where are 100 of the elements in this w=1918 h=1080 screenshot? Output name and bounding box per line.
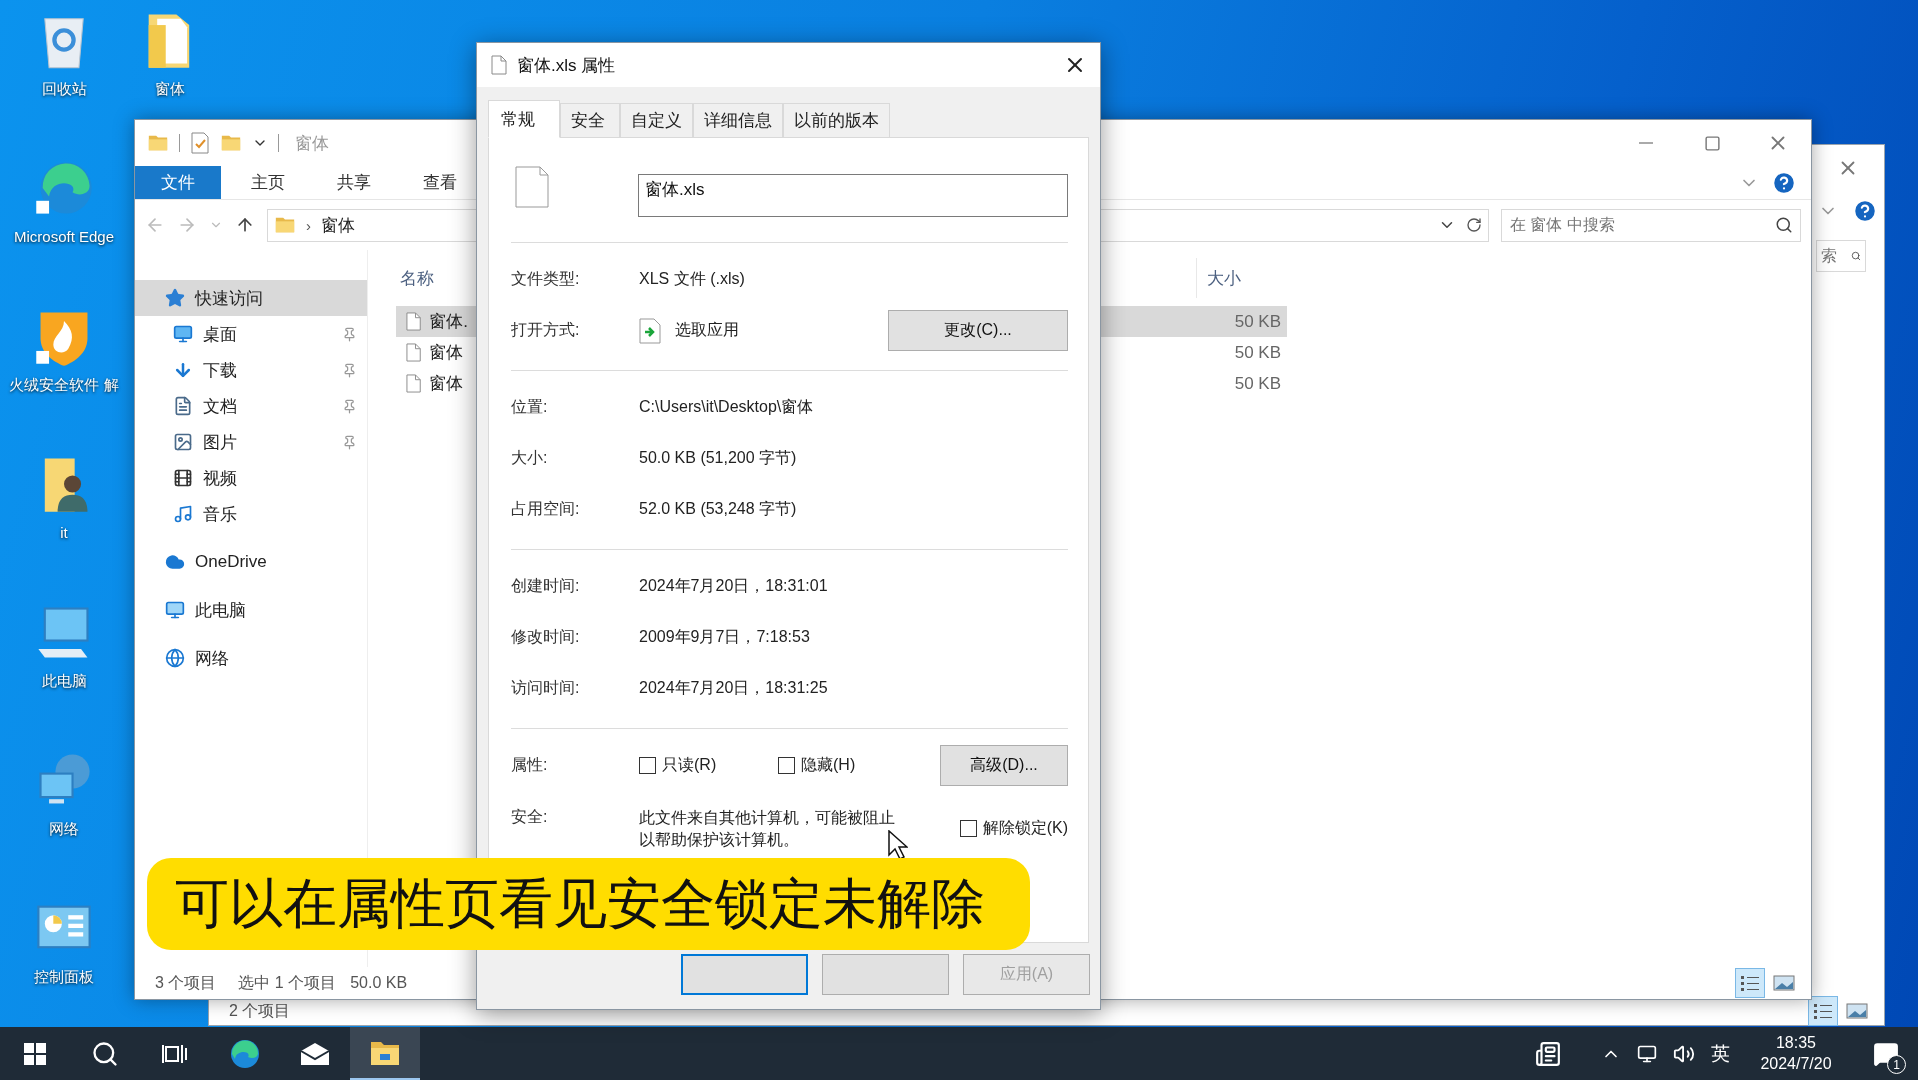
- details-view-button[interactable]: [1808, 996, 1838, 1026]
- cloud-icon: [165, 552, 185, 572]
- nav-item[interactable]: 此电脑: [135, 592, 367, 628]
- field-label: 创建时间:: [511, 576, 581, 596]
- file-explorer-taskbar-button[interactable]: [350, 1027, 420, 1080]
- properties-icon[interactable]: [190, 132, 210, 154]
- file-icon: [406, 312, 422, 331]
- minimize-icon: [1639, 142, 1653, 144]
- window-title: 窗体: [295, 132, 329, 155]
- help-icon[interactable]: [1852, 198, 1878, 224]
- document-icon: [173, 396, 193, 416]
- status-text: 50.0 KB: [350, 974, 408, 992]
- pin-icon: [342, 398, 357, 414]
- list-icon: [1813, 1002, 1833, 1020]
- envelope-icon: [300, 1041, 330, 1066]
- tab[interactable]: 自定义: [620, 103, 693, 137]
- tab[interactable]: 安全: [560, 103, 620, 137]
- pin-icon: [342, 362, 357, 378]
- field-label: 属性:: [511, 755, 549, 775]
- field-value: XLS 文件 (.xls): [639, 269, 745, 289]
- change-button[interactable]: 更改(C)...: [888, 310, 1068, 351]
- tab[interactable]: 详细信息: [693, 103, 783, 137]
- image-icon: [173, 432, 193, 452]
- nav-item[interactable]: 图片: [135, 424, 367, 460]
- nav-item[interactable]: 文档: [135, 388, 367, 424]
- list-icon: [1740, 974, 1760, 992]
- nav-item[interactable]: 快速访问: [135, 280, 367, 316]
- music-note-icon: [173, 504, 193, 524]
- file-icon: [406, 374, 422, 393]
- dialog-title: 窗体.xls 属性: [517, 54, 616, 77]
- breadcrumb-separator: ›: [306, 216, 311, 234]
- message-icon: [1873, 1040, 1899, 1067]
- mouse-pointer-icon: [888, 830, 908, 860]
- nav-item[interactable]: 桌面: [135, 316, 367, 352]
- field-label: 占用空间:: [511, 499, 581, 519]
- field-value: C:\Users\it\Desktop\窗体: [639, 397, 814, 417]
- advanced-button[interactable]: 高级(D)...: [940, 745, 1068, 786]
- field-value: 2024年7月20日，18:31:25: [639, 678, 828, 698]
- field-value: 选取应用: [675, 320, 739, 340]
- ok-button[interactable]: [681, 954, 808, 995]
- security-message: 此文件来自其他计算机，可能被阻止以帮助保护该计算机。: [639, 808, 896, 850]
- field-label: 访问时间:: [511, 678, 581, 698]
- status-text: 3 个项目: [155, 972, 217, 993]
- field-value: 2009年9月7日，7:18:53: [639, 627, 810, 647]
- desktop-icon-label[interactable]: 控制面板: [34, 968, 94, 987]
- nav-item[interactable]: 下载: [135, 352, 367, 388]
- field-label: 修改时间:: [511, 627, 581, 647]
- film-icon: [173, 468, 193, 488]
- news-icon[interactable]: [1535, 1040, 1561, 1067]
- ribbon-tab[interactable]: 查看: [403, 166, 477, 199]
- field-label: 文件类型:: [511, 269, 581, 289]
- details-view-button[interactable]: [1735, 968, 1765, 998]
- refresh-icon[interactable]: [1466, 217, 1482, 233]
- tab[interactable]: 以前的版本: [783, 103, 890, 137]
- clock[interactable]: 18:35 2024/7/20: [1746, 1032, 1846, 1075]
- input-method-indicator[interactable]: 英: [1711, 1040, 1730, 1067]
- ribbon-tab[interactable]: 主页: [231, 166, 305, 199]
- nav-item[interactable]: 音乐: [135, 496, 367, 532]
- field-value: 52.0 KB (53,248 字节): [639, 499, 797, 519]
- app-file-icon: [639, 317, 661, 344]
- notification-button[interactable]: 1: [1862, 1027, 1910, 1080]
- monitor-icon: [165, 600, 185, 620]
- field-label: 位置:: [511, 397, 549, 417]
- field-value: 50.0 KB (51,200 字节): [639, 448, 797, 468]
- status-text: 2 个项目: [229, 1000, 291, 1021]
- pin-icon: [342, 326, 357, 342]
- status-text: 选中 1 个项目: [238, 972, 337, 993]
- field-label: 打开方式:: [511, 320, 581, 340]
- nav-item[interactable]: 视频: [135, 460, 367, 496]
- nav-item[interactable]: OneDrive: [135, 544, 367, 580]
- windows-logo-icon: [23, 1041, 47, 1066]
- search-field[interactable]: 索: [1816, 240, 1866, 272]
- globe-icon: [165, 648, 185, 668]
- monitor-icon: [173, 324, 193, 344]
- field-value: 2024年7月20日，18:31:01: [639, 576, 828, 596]
- subtitle-caption: 可以在属性页看见安全锁定未解除: [147, 858, 1030, 950]
- file-icon: [406, 343, 422, 362]
- ribbon-tab[interactable]: 文件: [135, 166, 221, 199]
- maximize-icon: [1703, 134, 1721, 152]
- column-header[interactable]: 大小: [1196, 258, 1316, 298]
- folder-icon: [370, 1039, 400, 1066]
- star-icon: [165, 288, 185, 308]
- checkbox[interactable]: 只读(R): [639, 755, 778, 776]
- network-icon[interactable]: [1637, 1043, 1657, 1064]
- address-text: 窗体: [321, 214, 355, 237]
- file-icon: [515, 166, 549, 208]
- image-icon: [1846, 1003, 1868, 1019]
- checkbox[interactable]: 隐藏(H): [778, 755, 856, 776]
- search-icon: [91, 1039, 119, 1068]
- file-name-field[interactable]: 窗体.xls: [638, 174, 1068, 217]
- field-label: 大小:: [511, 448, 549, 468]
- file-icon: [491, 55, 507, 75]
- pin-icon: [342, 434, 357, 450]
- ribbon-tab[interactable]: 共享: [317, 166, 391, 199]
- tab[interactable]: 常规: [488, 100, 560, 138]
- field-label: 安全:: [511, 807, 549, 827]
- notification-badge: 1: [1887, 1055, 1906, 1074]
- nav-item[interactable]: 网络: [135, 640, 367, 676]
- checkbox[interactable]: 解除锁定(K): [959, 818, 1068, 840]
- browser-icon: [229, 1037, 261, 1070]
